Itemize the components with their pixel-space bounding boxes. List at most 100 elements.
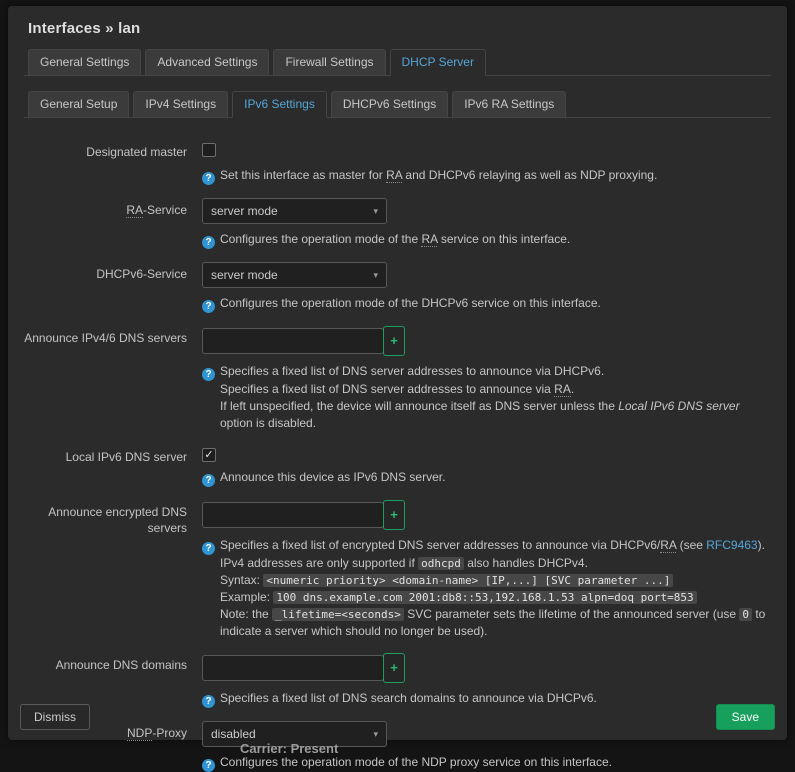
form-row-dhcpv6-service: DHCPv6-Service server mode▾? Configures th…	[24, 262, 771, 313]
announce-dns-domains-label: Announce DNS domains	[24, 653, 187, 674]
announce-encrypted-dns-servers-help-text: Note: the	[220, 607, 272, 621]
ra-service-select-value: server mode	[211, 204, 278, 218]
announce-dns-servers-control: +? Specifies a fixed list of DNS server a…	[202, 326, 771, 432]
announce-dns-servers-input[interactable]	[202, 328, 384, 354]
local-ipv6-dns-server-label-text: Local IPv6 DNS server	[66, 450, 187, 464]
announce-dns-servers-dynlist: +	[202, 326, 771, 356]
form-row-announce-encrypted-dns-servers: Announce encrypted DNS servers+?Specifie…	[24, 500, 771, 640]
announce-encrypted-dns-servers-help-text: ).	[758, 538, 765, 552]
subtab-ipv6-settings[interactable]: IPv6 Settings	[232, 91, 327, 118]
announce-encrypted-dns-servers-help-text: IPv4 addresses are only supported if	[220, 556, 418, 570]
local-ipv6-dns-server-label: Local IPv6 DNS server	[24, 445, 187, 466]
designated-master-label: Designated master	[24, 140, 187, 161]
dhcpv6-service-label: DHCPv6-Service	[24, 262, 187, 283]
save-button[interactable]: Save	[716, 704, 775, 730]
tab-advanced-settings[interactable]: Advanced Settings	[145, 49, 269, 76]
announce-dns-servers-help-text: Specifies a fixed list of DNS server add…	[220, 382, 554, 396]
dhcpv6-service-help-line: ?Configures the operation mode of the DH…	[220, 295, 771, 313]
announce-dns-domains-input[interactable]	[202, 655, 384, 681]
form-row-ra-service: RA-Service server mode▾ ?Configures the op…	[24, 198, 771, 249]
announce-encrypted-dns-servers-help-text: 100 dns.example.com 2001:db8::53,192.168…	[273, 591, 696, 604]
announce-encrypted-dns-servers-add-button[interactable]: +	[383, 500, 405, 530]
announce-dns-servers-add-button[interactable]: +	[383, 326, 405, 356]
designated-master-help-text: Set this interface as master for	[220, 168, 386, 182]
subtab-ipv4-settings[interactable]: IPv4 Settings	[133, 91, 228, 118]
help-icon: ?	[202, 300, 215, 313]
designated-master-help-line: ?Set this interface as master for RA and…	[220, 167, 771, 185]
announce-encrypted-dns-servers-help-text: Syntax:	[220, 573, 263, 587]
form-row-announce-dns-domains: Announce DNS domains +?Specifies a fixed …	[24, 653, 771, 708]
announce-encrypted-dns-servers-help-text: _lifetime=<seconds>	[272, 608, 404, 621]
announce-encrypted-dns-servers-help-text: Specifies a fixed list of encrypted DNS …	[220, 538, 660, 552]
help-icon: ?	[202, 542, 215, 555]
dismiss-button[interactable]: Dismiss	[20, 704, 90, 730]
announce-dns-domains-help-text: Specifies a fixed list of DNS search dom…	[220, 691, 597, 705]
tab-dhcp-server[interactable]: DHCP Server	[390, 49, 486, 76]
dhcpv6-service-help: ? Configures the operation mode of the DH…	[202, 295, 771, 313]
announce-dns-domains-control: +?Specifies a fixed list of DNS search d…	[202, 653, 771, 708]
announce-dns-servers-help-text: Local IPv6 DNS server	[618, 399, 739, 413]
announce-encrypted-dns-servers-help-line: Note: the _lifetime=<seconds> SVC parame…	[220, 606, 771, 640]
announce-dns-servers-help-text: RA	[554, 382, 571, 397]
ndp-proxy-help: ?Configures the operation mode of the ND…	[202, 754, 771, 772]
announce-dns-domains-dynlist: +	[202, 653, 771, 683]
dhcpv6-service-help-text: Configures the operation mode of the DHC…	[220, 296, 601, 310]
ra-service-control: server mode▾ ?Configures the operation mo…	[202, 198, 771, 249]
ra-service-select[interactable]: server mode▾	[202, 198, 387, 224]
announce-dns-servers-help-text: If left unspecified, the device will ann…	[220, 399, 618, 413]
designated-master-checkbox[interactable]	[202, 143, 216, 157]
help-icon: ?	[202, 474, 215, 487]
ndp-proxy-help-line: ?Configures the operation mode of the ND…	[220, 754, 771, 772]
announce-dns-domains-add-button[interactable]: +	[383, 653, 405, 683]
announce-dns-servers-help-text: option is disabled.	[220, 416, 316, 430]
announce-dns-servers-help: ? Specifies a fixed list of DNS server ad…	[202, 363, 771, 432]
subtab-dhcpv6-settings[interactable]: DHCPv6 Settings	[331, 91, 448, 118]
announce-encrypted-dns-servers-help-text: also handles DHCPv4.	[464, 556, 588, 570]
chevron-down-icon: ▾	[373, 729, 378, 740]
ra-service-label: RA-Service	[24, 198, 187, 219]
announce-encrypted-dns-servers-help-line: ?Specifies a fixed list of encrypted DNS…	[220, 537, 771, 555]
dhcpv6-service-control: server mode▾? Configures the operation mo…	[202, 262, 771, 313]
designated-master-label-text: Designated master	[86, 145, 187, 159]
local-ipv6-dns-server-help-line: ?Announce this device as IPv6 DNS server…	[220, 469, 771, 487]
subtab-ipv6-ra-settings[interactable]: IPv6 RA Settings	[452, 91, 566, 118]
announce-dns-servers-label-text: Announce IPv4/6 DNS servers	[24, 331, 187, 345]
announce-encrypted-dns-servers-help-text: odhcpd	[418, 557, 464, 570]
form-row-designated-master: Designated master? Set this interface as …	[24, 140, 771, 185]
local-ipv6-dns-server-control: ✓?Announce this device as IPv6 DNS serve…	[202, 445, 771, 487]
announce-encrypted-dns-servers-control: +? Specifies a fixed list of encrypted DN…	[202, 500, 771, 640]
announce-encrypted-dns-servers-help-text: Example:	[220, 590, 273, 604]
designated-master-help-text: and DHCPv6 relaying as well as NDP proxy…	[402, 168, 657, 182]
designated-master-help: ? Set this interface as master for RA and…	[202, 167, 771, 185]
subtab-general-setup[interactable]: General Setup	[28, 91, 129, 118]
tab-general-settings[interactable]: General Settings	[28, 49, 141, 76]
announce-encrypted-dns-servers-dynlist: +	[202, 500, 771, 530]
dhcp-subtabs: General SetupIPv4 SettingsIPv6 SettingsD…	[24, 91, 771, 118]
announce-dns-servers-help-line: If left unspecified, the device will ann…	[220, 398, 771, 432]
announce-encrypted-dns-servers-help-text: SVC parameter sets the lifetime of the a…	[404, 607, 740, 621]
local-ipv6-dns-server-checkbox[interactable]: ✓	[202, 448, 216, 462]
ra-service-label-text: -Service	[143, 203, 187, 217]
form-row-announce-dns-servers: Announce IPv4/6 DNS servers +? Specifies a…	[24, 326, 771, 432]
announce-encrypted-dns-servers-help: ? Specifies a fixed list of encrypted DNS…	[202, 537, 771, 640]
local-ipv6-dns-server-help-text: Announce this device as IPv6 DNS server.	[220, 470, 445, 484]
announce-dns-servers-help-text: Specifies a fixed list of DNS server add…	[220, 364, 604, 378]
ndp-proxy-help-text: Configures the operation mode of the NDP…	[220, 755, 612, 769]
announce-encrypted-dns-servers-input[interactable]	[202, 502, 384, 528]
announce-dns-servers-label: Announce IPv4/6 DNS servers	[24, 326, 187, 347]
main-tabs: General SettingsAdvanced SettingsFirewal…	[24, 49, 771, 76]
ra-service-help-text: service on this interface.	[437, 232, 570, 246]
dhcpv6-service-label-text: DHCPv6-Service	[96, 267, 187, 281]
designated-master-help-text: RA	[386, 168, 402, 183]
ra-service-help: ?Configures the operation mode of the RA…	[202, 231, 771, 249]
help-icon: ?	[202, 172, 215, 185]
tab-firewall-settings[interactable]: Firewall Settings	[273, 49, 385, 76]
announce-encrypted-dns-servers-help-line: Example: 100 dns.example.com 2001:db8::5…	[220, 589, 771, 606]
announce-encrypted-dns-servers-help-link[interactable]: RFC9463	[706, 538, 757, 552]
announce-dns-servers-help-text: .	[571, 382, 574, 396]
help-icon: ?	[202, 368, 215, 381]
ra-service-help-line: ?Configures the operation mode of the RA…	[220, 231, 771, 249]
form-row-local-ipv6-dns-server: Local IPv6 DNS server✓?Announce this dev…	[24, 445, 771, 487]
announce-encrypted-dns-servers-help-text: RA	[660, 538, 676, 553]
dhcpv6-service-select[interactable]: server mode▾	[202, 262, 387, 288]
